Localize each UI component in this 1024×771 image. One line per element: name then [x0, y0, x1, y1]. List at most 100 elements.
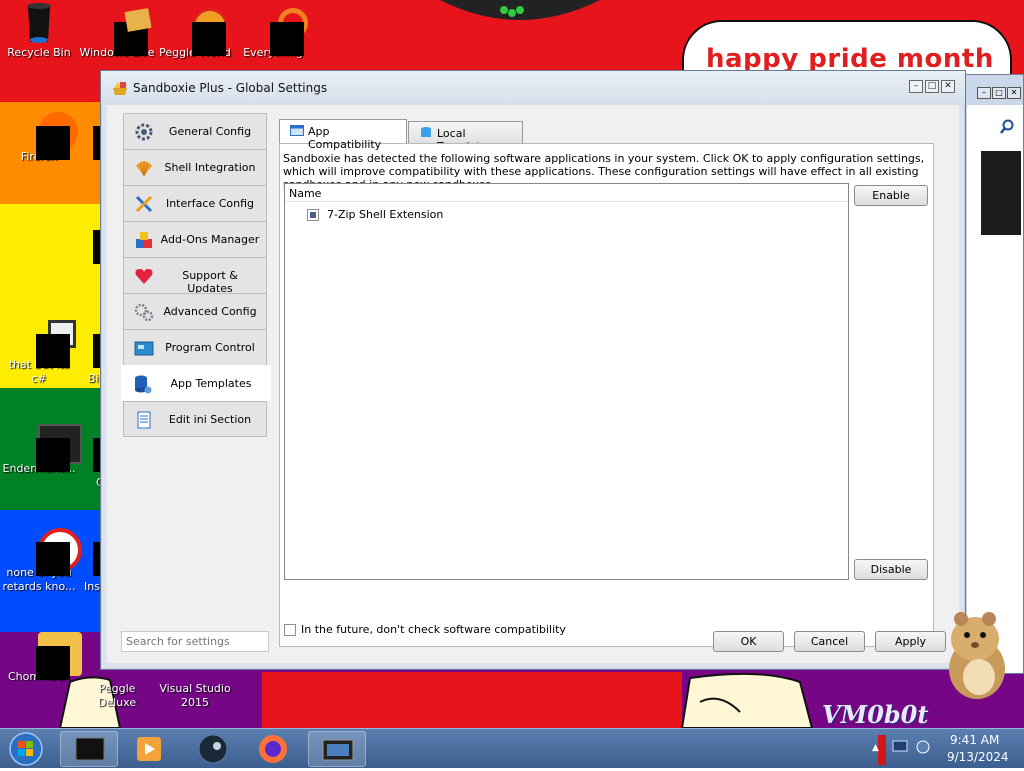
tray-alert-strip: [878, 735, 886, 765]
desktop-icon-windows-live[interactable]: Windows Live: [78, 8, 156, 60]
nav-item-advanced-config[interactable]: Advanced Config: [123, 293, 267, 329]
sandboxie-icon: [113, 82, 127, 95]
tab-app-compatibility[interactable]: App Compatibility: [279, 119, 407, 151]
terminal-icon: [75, 737, 105, 761]
hamster-image: [949, 612, 1005, 699]
desktop-icon-firefox[interactable]: Firefox: [0, 112, 78, 164]
interface-icon: [135, 195, 153, 213]
settings-search-input[interactable]: [121, 631, 269, 652]
nav-item-label: Add-Ons Manager: [160, 233, 260, 246]
window-icon: [290, 125, 304, 136]
program-icon: [134, 341, 154, 356]
network-icon[interactable]: [892, 740, 908, 754]
desktop-icon-that-but-its-csharp[interactable]: that but its c#: [0, 320, 78, 386]
clock-date[interactable]: 9/13/2024: [947, 750, 1009, 764]
volume-icon[interactable]: [916, 740, 930, 754]
nav-item-edit-ini-section[interactable]: Edit ini Section: [123, 401, 267, 437]
future-check-checkbox[interactable]: [284, 624, 296, 636]
start-button[interactable]: [4, 731, 48, 767]
wallpaper-top-art: [440, 0, 600, 24]
nav-item-label: Interface Config: [165, 197, 255, 210]
ok-button[interactable]: OK: [713, 631, 784, 652]
global-settings-window[interactable]: Sandboxie Plus - Global Settings – □ ✕ G…: [100, 70, 966, 670]
taskbar-item-firefox[interactable]: [244, 731, 302, 767]
nav-item-support-updates[interactable]: Support & Updates: [123, 257, 267, 295]
list-header[interactable]: Name: [285, 184, 848, 202]
nav-item-label: General Config: [168, 125, 252, 138]
desktop-icon-recycle-bin[interactable]: Recycle Bin: [0, 3, 78, 60]
tab-local-templates[interactable]: Local Templates: [408, 121, 523, 153]
enable-button[interactable]: Enable: [854, 185, 928, 206]
nav-item-label: Edit ini Section: [168, 413, 252, 426]
sandboxie-icon: [322, 739, 354, 761]
bg-minimize-button[interactable]: –: [977, 87, 991, 99]
disable-button[interactable]: Disable: [854, 559, 928, 580]
gear-icon: [135, 123, 153, 141]
nav-item-label: Shell Integration: [164, 161, 256, 174]
firefox-icon: [22, 112, 78, 160]
list-header-name: Name: [289, 187, 322, 200]
gears-icon: [134, 303, 154, 322]
desktop-icon-none-of-you[interactable]: none of you retards kno...: [0, 528, 82, 594]
nav-item-add-ons-manager[interactable]: Add-Ons Manager: [123, 221, 267, 257]
minimize-button[interactable]: –: [909, 80, 923, 93]
background-window[interactable]: – □ ✕: [960, 74, 1024, 674]
desktop-icon-label: Recycle Bin: [7, 46, 71, 59]
taskbar-item-sandboxie[interactable]: [308, 731, 366, 767]
peggle-world-icon: [178, 8, 228, 56]
wallpaper-corner-text: VM0b0t: [822, 700, 929, 729]
database-icon: [135, 375, 152, 394]
chomikbox-icon: [22, 632, 82, 680]
clock-time[interactable]: 9:41 AM: [950, 733, 999, 747]
list-item-label: 7-Zip Shell Extension: [327, 208, 444, 221]
database-icon: [421, 127, 431, 137]
search-icon[interactable]: [999, 119, 1015, 135]
desktop-icon-everything[interactable]: Everything: [234, 8, 312, 60]
nav-item-interface-config[interactable]: Interface Config: [123, 185, 267, 221]
dialog-body: General Config Shell Integration Interfa…: [107, 105, 959, 663]
desktop-icon-chomikbox[interactable]: ChomikBox: [0, 632, 82, 684]
taskbar-item-media-player[interactable]: [120, 731, 178, 767]
list-item-checkbox[interactable]: [307, 209, 319, 221]
recycle-bin-icon: [22, 3, 56, 43]
dark-thumbnail: [981, 151, 1021, 235]
window-title: Sandboxie Plus - Global Settings: [133, 81, 328, 95]
maximize-button[interactable]: □: [925, 80, 939, 93]
document-icon: [137, 411, 151, 429]
future-check-label: In the future, don't check software comp…: [301, 623, 566, 636]
close-button[interactable]: ✕: [941, 80, 955, 93]
taskbar-item-steam[interactable]: [184, 731, 242, 767]
app-list[interactable]: Name 7-Zip Shell Extension: [284, 183, 849, 580]
tray-expand-arrow-icon[interactable]: ▲: [872, 743, 879, 753]
nav-item-program-control[interactable]: Program Control: [123, 329, 267, 365]
bg-close-button[interactable]: ✕: [1007, 87, 1021, 99]
taskbar-item-terminal[interactable]: [60, 731, 118, 767]
desktop-icon-peggle-deluxe[interactable]: Peggle Deluxe: [78, 682, 156, 710]
bg-maximize-button[interactable]: □: [992, 87, 1006, 99]
settings-nav: General Config Shell Integration Interfa…: [121, 113, 271, 437]
shell-icon: [136, 161, 152, 177]
desktop-icon-label-partial: Bi: [88, 372, 99, 385]
everything-search-icon: [256, 8, 308, 56]
puzzle-icon: [136, 232, 152, 248]
steam-icon: [198, 734, 228, 764]
desktop-icon-label-partial: Ins: [84, 580, 100, 593]
nav-item-shell-integration[interactable]: Shell Integration: [123, 149, 267, 185]
heart-icon: [135, 269, 153, 284]
desktop-icon-peggle-world[interactable]: Peggle World: [156, 8, 234, 60]
folder-shortcut-icon: [22, 320, 76, 368]
taskbar: ▲: [0, 728, 1024, 768]
desktop-icon-label: Visual Studio 2015: [159, 682, 231, 709]
desktop-icon-endermanch[interactable]: Endermanc...: [0, 424, 82, 476]
nav-item-label: Advanced Config: [163, 305, 257, 318]
firefox-icon: [259, 735, 287, 763]
app-icon: [22, 424, 82, 472]
desktop-icon-visual-studio[interactable]: Visual Studio 2015: [156, 682, 234, 710]
nav-item-label: Support & Updates: [182, 269, 238, 295]
nav-item-general-config[interactable]: General Config: [123, 113, 267, 149]
media-player-icon: [137, 737, 161, 761]
cancel-button[interactable]: Cancel: [794, 631, 865, 652]
tab-label: App Compatibility: [308, 125, 382, 151]
nav-item-app-templates[interactable]: App Templates: [121, 365, 271, 401]
title-bar[interactable]: Sandboxie Plus - Global Settings – □ ✕: [101, 71, 965, 105]
